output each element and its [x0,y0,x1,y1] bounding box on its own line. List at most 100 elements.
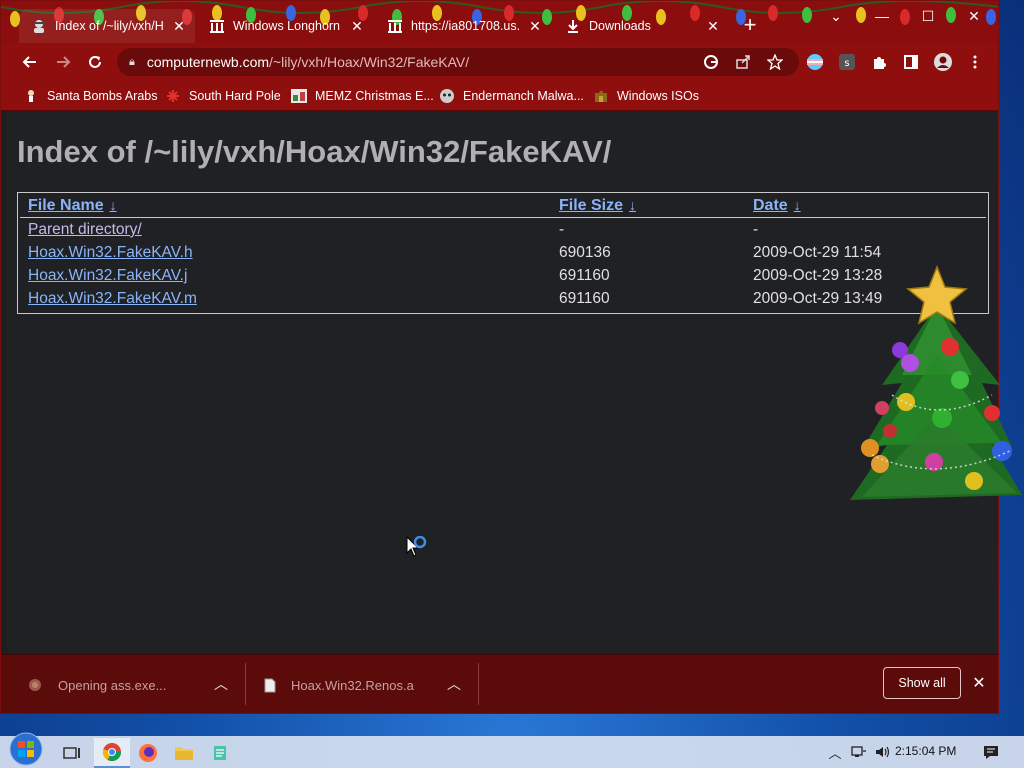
maximize-button[interactable]: ☐ [905,1,951,31]
taskbar-notepad[interactable] [202,738,238,768]
svg-text:s: s [844,58,849,69]
santa-icon [23,88,39,104]
bookmark-windows-isos[interactable]: Windows ISOs [593,86,699,106]
trans-flag-extension-icon[interactable] [805,52,825,72]
notepad-icon [214,746,226,760]
side-panel-icon[interactable] [901,52,921,72]
snowflake-icon [165,88,181,104]
generic-file-icon [263,677,277,693]
download-item-ass-exe[interactable]: Opening ass.exe... [27,663,217,707]
show-all-button[interactable]: Show all [883,667,961,699]
action-center-icon[interactable] [982,743,1000,761]
taskbar-file-explorer[interactable] [166,738,202,768]
start-button[interactable] [6,730,46,768]
close-tab-icon[interactable]: ✕ [527,18,543,34]
address-bar[interactable]: 🔒︎ computernewb.com/~lily/vxh/Hoax/Win32… [117,48,799,76]
forward-button[interactable] [52,51,74,73]
reload-button[interactable] [84,51,106,73]
archive-favicon-icon [387,18,403,34]
task-view-button[interactable] [54,738,90,768]
parent-directory-link[interactable]: Parent directory/ [28,221,142,239]
file-link[interactable]: Hoax.Win32.FakeKAV.j [28,267,187,285]
minimize-button[interactable]: — [859,1,905,31]
windows-orb-icon [9,732,43,766]
file-size: 690136 [559,244,611,261]
bookmark-santa-bombs-arabs[interactable]: Santa Bombs Arabs [23,86,157,106]
bookmark-label: Endermanch Malwa... [463,89,584,103]
tab-windows-longhorn[interactable]: Windows Longhorn ✕ [197,9,373,43]
taskbar-clock[interactable]: 2:15:04 PM [895,744,956,758]
spy-favicon-icon [31,18,47,34]
column-header-file-name[interactable]: File Name ↓ [28,197,117,215]
chevron-up-icon[interactable]: ︿ [211,674,231,694]
extensions-puzzle-icon[interactable] [869,52,889,72]
folder-icon [593,88,609,104]
show-hidden-icons-chevron-icon[interactable]: ︿ [826,743,844,761]
close-tab-icon[interactable]: ✕ [171,18,187,34]
volume-icon[interactable] [874,743,892,761]
tab-index-of[interactable]: Index of /~lily/vxh/H ✕ [19,9,195,43]
sort-arrow-icon: ↓ [109,197,117,213]
bookmark-endermanch-malware[interactable]: Endermanch Malwa... [439,86,584,106]
menu-kebab-icon[interactable] [965,52,985,72]
profile-avatar-icon[interactable] [933,52,953,72]
table-row: Hoax.Win32.FakeKAV.h 690136 2009-Oct-29 … [18,244,988,267]
url-path: /~lily/vxh/Hoax/Win32/FakeKAV/ [269,54,470,70]
bookmark-star-icon[interactable] [765,52,785,72]
taskbar: ︿ 2:15:04 PM [0,732,1024,768]
memz-icon [291,88,307,104]
taskbar-chrome[interactable] [94,738,130,768]
busy-cursor-icon [406,536,427,557]
tab-downloads[interactable]: Downloads ✕ [553,9,729,43]
google-lens-icon[interactable] [701,52,721,72]
endermanch-icon [439,88,455,104]
download-item-renos[interactable]: Hoax.Win32.Renos.a [263,663,443,707]
sort-arrow-icon: ↓ [793,197,801,213]
forward-arrow-icon [57,56,71,68]
page-title: Index of /~lily/vxh/Hoax/Win32/FakeKAV/ [17,134,612,169]
header-divider [20,217,986,218]
back-arrow-icon [22,56,36,68]
url-host: computernewb.com [146,54,270,70]
file-date: - [753,221,759,238]
tab-search-icon[interactable]: ⌄ [813,1,859,31]
bookmark-label: Windows ISOs [617,89,699,103]
close-tab-icon[interactable]: ✕ [349,18,365,34]
task-view-icon [63,747,80,759]
tab-title: https://ia801708.us. [411,19,521,33]
column-header-file-size[interactable]: File Size ↓ [559,197,636,215]
tab-title: Index of /~lily/vxh/H [55,19,164,33]
column-header-date[interactable]: Date ↓ [753,197,801,215]
tab-title: Downloads [589,19,651,33]
file-link[interactable]: Hoax.Win32.FakeKAV.h [28,244,193,262]
reload-icon [89,56,101,68]
tab-ia801708[interactable]: https://ia801708.us. ✕ [375,9,551,43]
folder-icon [175,747,193,760]
browser-toolbar: 🔒︎ computernewb.com/~lily/vxh/Hoax/Win32… [1,43,998,81]
file-size: - [559,221,565,238]
lock-icon[interactable]: 🔒︎ [129,56,135,69]
taskbar-firefox[interactable] [130,738,166,768]
download-label: Opening ass.exe... [58,677,167,693]
tab-strip: Index of /~lily/vxh/H ✕ Windows Longhorn… [1,1,998,43]
bookmarks-bar: Santa Bombs Arabs South Hard Pole MEMZ C… [1,81,998,111]
bookmark-memz-christmas[interactable]: MEMZ Christmas E... [291,86,434,106]
table-row: Parent directory/ - - [18,221,988,244]
file-size: 691160 [559,290,610,307]
chevron-up-icon[interactable]: ︿ [444,674,464,694]
archive-favicon-icon [209,18,225,34]
firefox-icon [139,744,157,762]
bookmark-south-hard-pole[interactable]: South Hard Pole [165,86,281,106]
file-link[interactable]: Hoax.Win32.FakeKAV.m [28,290,197,308]
bookmark-label: South Hard Pole [189,89,281,103]
close-tab-icon[interactable]: ✕ [705,18,721,34]
close-shelf-icon[interactable]: ✕ [969,673,989,693]
download-icon [565,18,581,34]
network-icon[interactable] [850,743,868,761]
s-extension-icon[interactable]: s [837,52,857,72]
close-window-button[interactable]: ✕ [951,1,997,31]
back-button[interactable] [19,51,41,73]
new-tab-button[interactable]: + [739,14,761,37]
share-icon[interactable] [733,52,753,72]
divider [478,663,479,705]
